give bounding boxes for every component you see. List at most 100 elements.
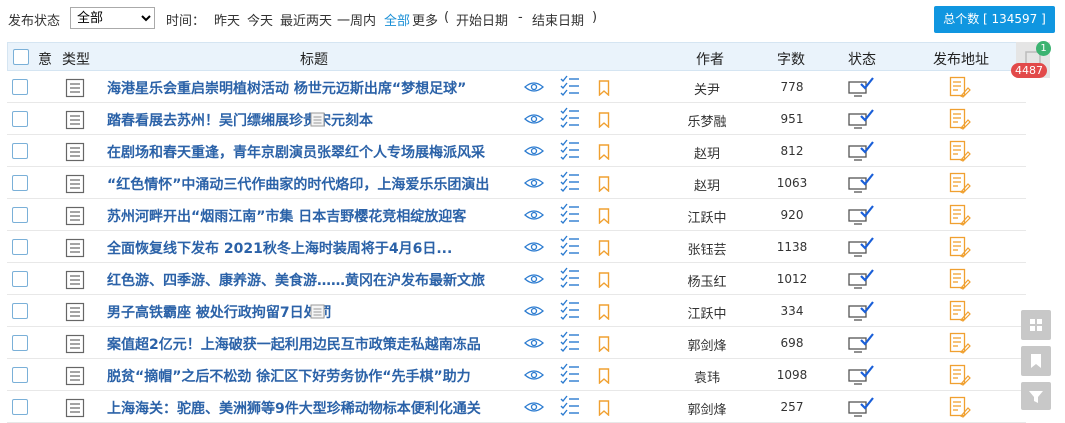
table-row: “红色情怀”中涌动三代作曲家的时代烙印，上海爱乐乐团演出 赵玥 1063 [7, 167, 1026, 199]
checklist-icon[interactable] [559, 235, 581, 257]
bookmark-icon[interactable] [598, 400, 610, 416]
bookmark-icon[interactable] [598, 80, 610, 96]
preview-eye-icon[interactable] [524, 143, 544, 159]
article-title-link[interactable]: 海港星乐会重启崇明植树活动 杨世元迈斯出席“梦想足球” [107, 78, 521, 98]
row-checkbox[interactable] [12, 143, 28, 159]
preview-eye-icon[interactable] [524, 79, 544, 95]
bookmark-icon[interactable] [598, 304, 610, 320]
row-checkbox[interactable] [12, 367, 28, 383]
bookmark-icon[interactable] [598, 336, 610, 352]
article-title-link[interactable]: 在剧场和春天重逢，青年京剧演员张翠红个人专场展梅派风采 [107, 142, 521, 162]
start-date-input[interactable]: 开始日期 [456, 10, 508, 29]
row-checkbox[interactable] [12, 207, 28, 223]
filter-side-button[interactable] [1021, 382, 1051, 410]
attachment-doc-icon [310, 112, 325, 127]
checklist-icon[interactable] [559, 299, 581, 321]
article-title-link[interactable]: “红色情怀”中涌动三代作曲家的时代烙印，上海爱乐乐团演出 [107, 174, 521, 194]
preview-eye-icon[interactable] [524, 303, 544, 319]
preview-eye-icon[interactable] [524, 239, 544, 255]
preview-eye-icon[interactable] [524, 367, 544, 383]
checklist-icon[interactable] [559, 107, 581, 129]
publish-url-icon[interactable] [949, 140, 971, 162]
time-link-week[interactable]: 一周内 [337, 10, 376, 29]
publish-url-icon[interactable] [949, 268, 971, 290]
bookmark-icon[interactable] [598, 176, 610, 192]
bookmark-side-button[interactable] [1021, 346, 1051, 376]
article-title-link[interactable]: 上海海关：驼鹿、美洲狮等9件大型珍稀动物标本便利化通关 [107, 398, 521, 418]
publish-url-icon[interactable] [949, 300, 971, 322]
publish-url-icon[interactable] [949, 108, 971, 130]
preview-eye-icon[interactable] [524, 175, 544, 191]
header-type: 类型 [62, 52, 90, 68]
word-count: 778 [780, 80, 804, 94]
bookmark-icon[interactable] [598, 368, 610, 384]
time-link-all[interactable]: 全部 [384, 10, 410, 29]
time-link-more[interactable]: 更多 [412, 10, 438, 29]
filter-icon [1029, 391, 1043, 403]
publish-url-icon[interactable] [949, 172, 971, 194]
notify-badge: 1 [1036, 41, 1051, 56]
article-title-link[interactable]: 脱贫“摘帽”之后不松劲 徐汇区下好劳务协作“先手棋”助力 [107, 366, 521, 386]
checklist-icon[interactable] [559, 363, 581, 385]
bookmark-icon[interactable] [598, 240, 610, 256]
checklist-icon[interactable] [559, 75, 581, 97]
publish-url-icon[interactable] [949, 204, 971, 226]
row-checkbox[interactable] [12, 271, 28, 287]
row-checkbox[interactable] [12, 399, 28, 415]
header-publish-url: 发布地址 [933, 52, 989, 68]
preview-eye-icon[interactable] [524, 399, 544, 415]
table-row: 全面恢复线下发布 2021秋冬上海时装周将于4月6日... 张钰芸 1138 [7, 231, 1026, 263]
bookmark-icon[interactable] [598, 112, 610, 128]
checklist-icon[interactable] [559, 171, 581, 193]
author-name: 关尹 [693, 83, 720, 98]
table-row: 踏春看展去苏州！吴门缥缃展珍贵宋元刻本 乐梦融 951 [7, 103, 1026, 135]
article-title-link[interactable]: 红色游、四季游、康养游、美食游……黄冈在沪发布最新文旅 [107, 270, 521, 290]
header-words: 字数 [777, 52, 805, 68]
preview-eye-icon[interactable] [524, 335, 544, 351]
row-checkbox[interactable] [12, 175, 28, 191]
table-row: 上海海关：驼鹿、美洲狮等9件大型珍稀动物标本便利化通关 郭剑烽 257 [7, 391, 1026, 423]
time-link-yesterday[interactable]: 昨天 [214, 10, 240, 29]
word-count: 334 [780, 304, 804, 318]
publish-url-icon[interactable] [949, 236, 971, 258]
unread-badge: 4487 [1011, 63, 1047, 78]
preview-eye-icon[interactable] [524, 111, 544, 127]
time-label: 时间： [166, 14, 206, 29]
article-type-icon [65, 78, 85, 98]
row-checkbox[interactable] [12, 111, 28, 127]
checklist-icon[interactable] [559, 331, 581, 353]
publish-url-icon[interactable] [949, 332, 971, 354]
bookmark-icon[interactable] [598, 208, 610, 224]
preview-eye-icon[interactable] [524, 271, 544, 287]
checklist-icon[interactable] [559, 203, 581, 225]
time-link-last-two-days[interactable]: 最近两天 [280, 10, 332, 29]
article-title-link[interactable]: 苏州河畔开出“烟雨江南”市集 日本吉野樱花竞相绽放迎客 [107, 206, 521, 226]
status-select[interactable]: 全部 [70, 7, 155, 29]
row-checkbox[interactable] [12, 79, 28, 95]
publish-url-icon[interactable] [949, 76, 971, 98]
article-type-icon [65, 334, 85, 354]
grid-view-button[interactable] [1021, 310, 1051, 340]
publish-url-icon[interactable] [949, 364, 971, 386]
end-date-input[interactable]: 结束日期 [532, 10, 584, 29]
row-checkbox[interactable] [12, 335, 28, 351]
table-row: 红色游、四季游、康养游、美食游……黄冈在沪发布最新文旅 杨玉红 1012 [7, 263, 1026, 295]
checklist-icon[interactable] [559, 267, 581, 289]
bookmark-icon[interactable] [598, 272, 610, 288]
row-checkbox[interactable] [12, 303, 28, 319]
preview-eye-icon[interactable] [524, 207, 544, 223]
publish-url-icon[interactable] [949, 396, 971, 418]
table-row: 苏州河畔开出“烟雨江南”市集 日本吉野樱花竞相绽放迎客 江跃中 920 [7, 199, 1026, 231]
table-row: 在剧场和春天重逢，青年京剧演员张翠红个人专场展梅派风采 赵玥 812 [7, 135, 1026, 167]
total-count-button[interactable]: 总个数 [ 134597 ] [934, 6, 1055, 33]
bookmark-icon[interactable] [598, 144, 610, 160]
checklist-icon[interactable] [559, 139, 581, 161]
time-link-today[interactable]: 今天 [247, 10, 273, 29]
checklist-icon[interactable] [559, 395, 581, 417]
article-title-link[interactable]: 全面恢复线下发布 2021秋冬上海时装周将于4月6日... [107, 238, 521, 258]
author-name: 赵玥 [693, 179, 720, 194]
select-all-checkbox[interactable] [13, 49, 29, 65]
row-checkbox[interactable] [12, 239, 28, 255]
article-title-link[interactable]: 案值超2亿元！上海破获一起利用边民互市政策走私越南冻品 [107, 334, 521, 354]
article-type-icon [65, 110, 85, 130]
